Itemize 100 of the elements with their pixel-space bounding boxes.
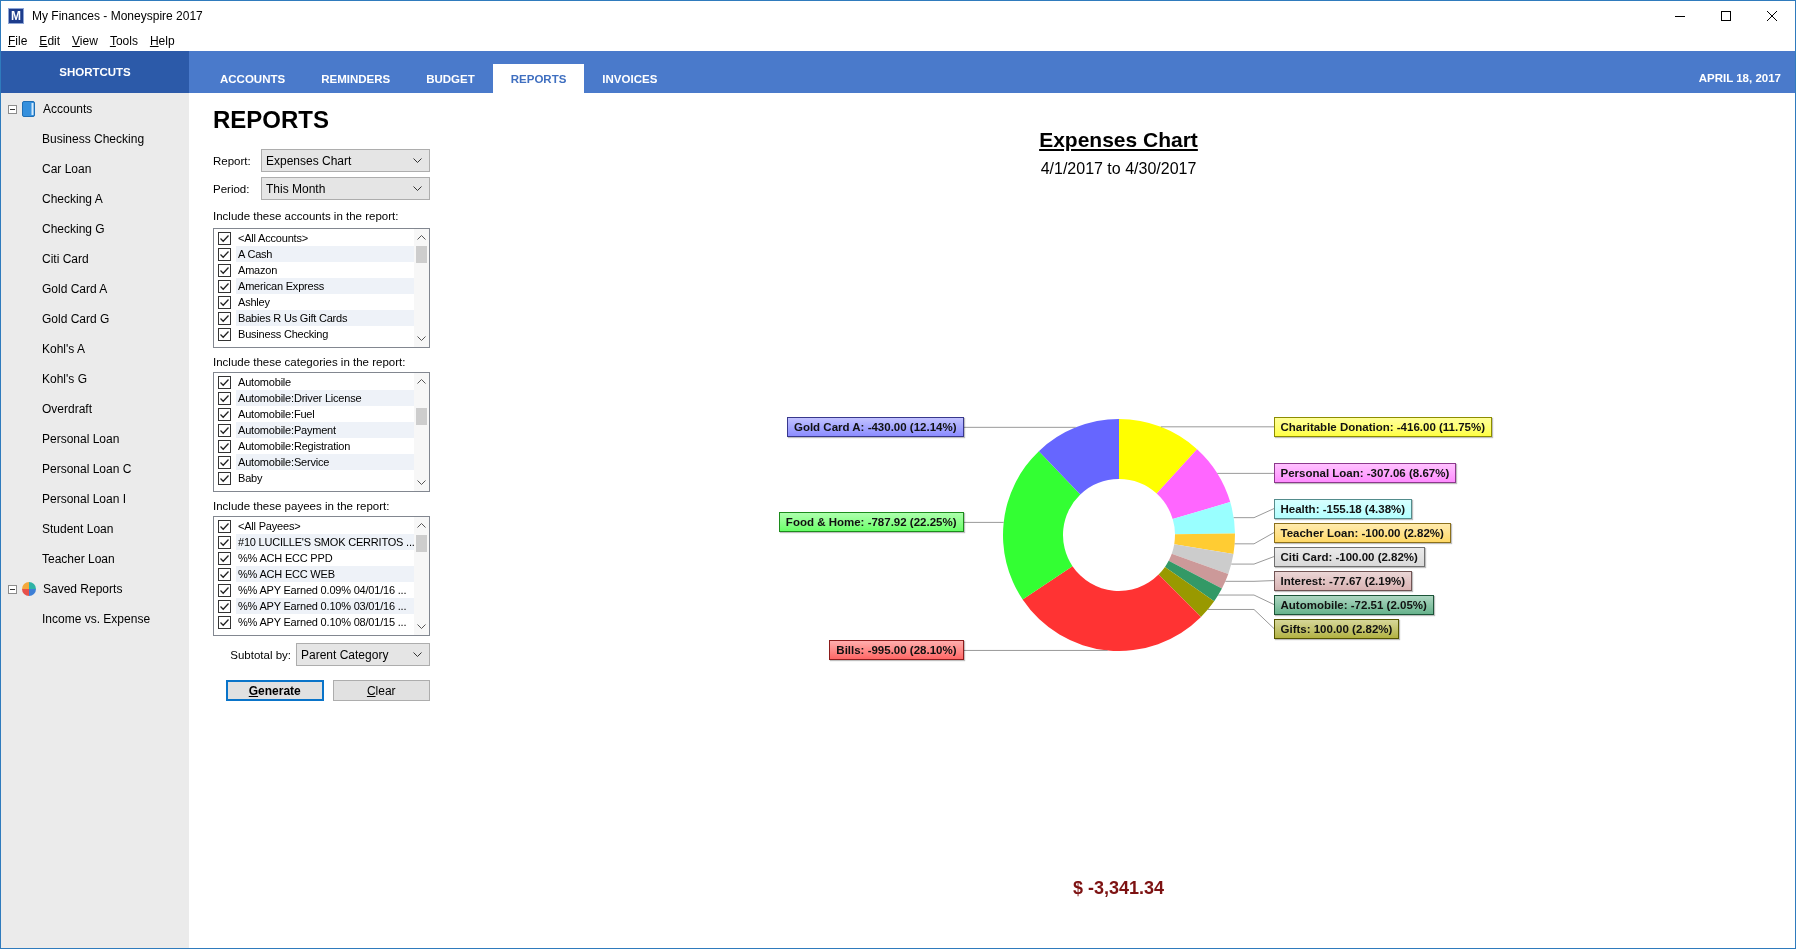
action-button[interactable]: Clear [332, 680, 430, 701]
tree-item[interactable]: Teacher Loan [41, 550, 116, 568]
chevron-down-icon[interactable] [417, 480, 426, 485]
tree-item[interactable]: Gold Card G [41, 310, 111, 328]
list-caption: Include these categories in the report: [213, 355, 407, 369]
maximize-icon [1721, 11, 1731, 21]
checkbox[interactable] [218, 471, 231, 485]
scrollbar-thumb[interactable] [416, 246, 427, 263]
checkbox[interactable] [218, 567, 231, 581]
checkbox[interactable] [218, 391, 231, 405]
tree-item[interactable]: Student Loan [41, 520, 115, 538]
tree-item[interactable]: Citi Card [41, 250, 90, 268]
sidebar-header: SHORTCUTS [1, 51, 189, 93]
checkbox[interactable] [218, 311, 231, 325]
list-item[interactable]: %% APY Earned 0.10% 03/01/16 ... [236, 598, 414, 614]
list-item[interactable]: %% ACH ECC WEB [236, 566, 414, 582]
list-item[interactable]: Automobile:Driver License [236, 390, 414, 406]
menu-item[interactable]: View [66, 31, 104, 51]
chevron-up-icon[interactable] [417, 235, 426, 240]
leader-line [1224, 580, 1274, 582]
checkbox[interactable] [218, 375, 231, 389]
checkbox[interactable] [218, 407, 231, 421]
checkbox[interactable] [218, 551, 231, 565]
scrollbar[interactable] [414, 229, 429, 347]
list-item[interactable]: American Express [236, 278, 414, 294]
chevron-up-icon[interactable] [417, 379, 426, 384]
tree-item[interactable]: Checking G [41, 220, 106, 238]
checkbox[interactable] [218, 439, 231, 453]
slice-label: Personal Loan: -307.06 (8.67%) [1273, 463, 1457, 484]
slice-label: Gifts: 100.00 (2.82%) [1273, 618, 1400, 639]
tree-item[interactable]: Car Loan [41, 160, 93, 178]
checkbox[interactable] [218, 599, 231, 613]
leader-line [1230, 556, 1274, 565]
page-heading: REPORTS [213, 106, 330, 134]
tree-item[interactable]: Personal Loan C [41, 460, 133, 478]
tree-item[interactable]: Kohl's A [41, 340, 86, 358]
scrollbar-thumb[interactable] [416, 535, 427, 552]
checkbox[interactable] [218, 615, 231, 629]
checkbox[interactable] [218, 423, 231, 437]
leader-line [1217, 594, 1274, 606]
tree-item[interactable]: Gold Card A [41, 280, 109, 298]
list-item[interactable]: Babies R Us Gift Cards [236, 310, 414, 326]
menu-item[interactable]: File [2, 31, 34, 51]
checkbox[interactable] [218, 455, 231, 469]
minimize-icon [1675, 15, 1685, 17]
checkbox[interactable] [218, 247, 231, 261]
scrollbar[interactable] [414, 517, 429, 635]
list-item[interactable]: A Cash [236, 246, 414, 262]
leader-line [1232, 508, 1274, 519]
tab[interactable]: BUDGET [408, 64, 493, 93]
list-item[interactable]: Automobile:Payment [236, 422, 414, 438]
collapse-icon[interactable] [8, 584, 17, 594]
checkbox[interactable] [218, 535, 231, 549]
checkbox[interactable] [218, 231, 231, 245]
tree-item[interactable]: Personal Loan [41, 430, 121, 448]
tab[interactable]: INVOICES [584, 64, 676, 93]
field-label: Period: [213, 182, 251, 195]
tab[interactable]: ACCOUNTS [202, 64, 304, 93]
tree-item[interactable]: Overdraft [41, 400, 93, 418]
window-title: My Finances - Moneyspire 2017 [32, 9, 203, 23]
list-item[interactable]: Automobile:Service [236, 454, 414, 470]
checkbox[interactable] [218, 327, 231, 341]
list-caption: Include these accounts in the report: [213, 209, 400, 223]
list-item[interactable]: #10 LUCILLE'S SMOK CERRITOS ... [236, 534, 415, 550]
app-logo: M [8, 8, 24, 24]
dropdown[interactable]: Expenses Chart [261, 149, 430, 172]
checkbox[interactable] [218, 295, 231, 309]
tree-item[interactable]: Accounts [42, 100, 94, 118]
tree-item[interactable]: Kohl's G [41, 370, 88, 388]
tab[interactable]: REMINDERS [303, 64, 409, 93]
scrollbar[interactable] [414, 373, 429, 491]
slice-label: Health: -155.18 (4.38%) [1273, 498, 1413, 519]
list-caption: Include these payees in the report: [213, 499, 391, 513]
chevron-up-icon[interactable] [417, 523, 426, 528]
collapse-icon[interactable] [8, 104, 17, 114]
tree-item[interactable]: Saved Reports [42, 580, 124, 598]
chevron-down-icon[interactable] [417, 624, 426, 629]
tree-item[interactable]: Checking A [41, 190, 104, 208]
checkbox[interactable] [218, 279, 231, 293]
dropdown[interactable]: Parent Category [296, 643, 430, 666]
tree-item[interactable]: Income vs. Expense [41, 610, 152, 628]
pie-chart-icon [22, 582, 36, 596]
tab[interactable]: REPORTS [492, 64, 585, 93]
date-label: APRIL 18, 2017 [1698, 71, 1782, 86]
book-icon [22, 101, 35, 117]
tree-item[interactable]: Personal Loan I [41, 490, 128, 508]
menu-item[interactable]: Tools [103, 31, 144, 51]
menu-item[interactable]: Help [143, 31, 181, 51]
chevron-down-icon [413, 652, 422, 657]
action-button[interactable]: Generate [226, 680, 324, 701]
checkbox[interactable] [218, 583, 231, 597]
checkbox[interactable] [218, 519, 231, 533]
scrollbar-thumb[interactable] [416, 408, 427, 425]
tree-item[interactable]: Business Checking [41, 130, 146, 148]
menu-item[interactable]: Edit [33, 31, 67, 51]
checkbox[interactable] [218, 263, 231, 277]
slice-label: Food & Home: -787.92 (22.25%) [778, 512, 964, 533]
chevron-down-icon[interactable] [417, 336, 426, 341]
dropdown[interactable]: This Month [261, 177, 430, 200]
chevron-down-icon [413, 158, 422, 163]
